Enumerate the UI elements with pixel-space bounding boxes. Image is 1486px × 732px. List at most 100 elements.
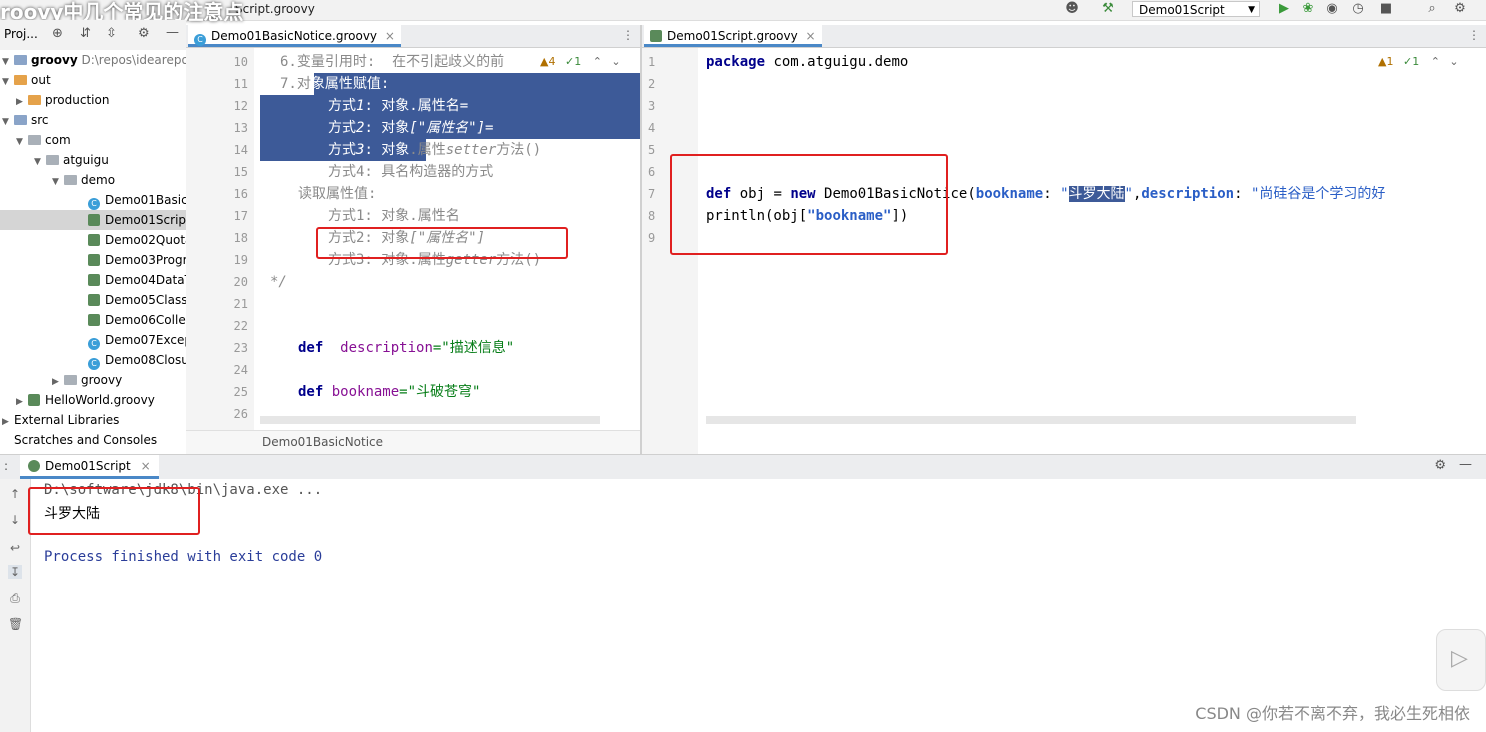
stop-icon[interactable]: ■ bbox=[1378, 1, 1394, 17]
gear-icon[interactable]: ⚙ bbox=[1434, 458, 1446, 473]
tree-item-atguigu[interactable]: ▼ atguigu bbox=[34, 150, 109, 170]
collapse-all-icon[interactable]: ⇳ bbox=[106, 26, 117, 41]
tree-item-root[interactable]: ▼ groovy D:\repos\idearepos\g bbox=[2, 50, 186, 70]
close-icon[interactable]: × bbox=[806, 29, 816, 43]
run-tab-demo01script[interactable]: Demo01Script × bbox=[20, 455, 159, 479]
soft-wrap-icon[interactable]: ↩ bbox=[8, 541, 22, 555]
line-number: 14 bbox=[233, 143, 248, 157]
tree-item-src[interactable]: ▼ src bbox=[2, 110, 49, 130]
tree-item-com[interactable]: ▼ com bbox=[16, 130, 71, 150]
groovy-script-icon bbox=[88, 274, 100, 286]
horizontal-scrollbar[interactable] bbox=[260, 416, 600, 424]
left-editor-code-area[interactable]: 6.变量引用时: 在不引起歧义的前 7.对象属性赋值: 方式1: 对象.属性名=… bbox=[254, 48, 640, 430]
build-hammer-icon[interactable]: ⚒ bbox=[1100, 1, 1116, 17]
right-inspection-widget[interactable]: ▲1 ✓1 ⌃ ⌄ bbox=[1378, 55, 1459, 68]
weak-warning-count: 1 bbox=[1412, 55, 1420, 68]
groovy-script-icon bbox=[650, 30, 662, 42]
expand-all-icon[interactable]: ⇵ bbox=[80, 26, 91, 41]
line-number: 18 bbox=[233, 231, 248, 245]
tree-item-file[interactable]: Demo02Quota bbox=[88, 230, 186, 250]
tree-item-label: production bbox=[45, 93, 110, 107]
chevron-down-icon: ▼ bbox=[1248, 5, 1255, 15]
chevron-down-icon[interactable]: ⌄ bbox=[1449, 55, 1458, 68]
chevron-up-icon[interactable]: ⌃ bbox=[1431, 55, 1440, 68]
search-icon[interactable]: ⌕ bbox=[1424, 1, 1440, 17]
groovy-script-icon bbox=[88, 314, 100, 326]
tree-item-out[interactable]: ▼ out bbox=[2, 70, 51, 90]
module-icon bbox=[14, 55, 27, 65]
tree-item-demo[interactable]: ▼ demo bbox=[52, 170, 115, 190]
tree-item-file-selected[interactable]: Demo01Script bbox=[0, 210, 186, 230]
tree-item-production[interactable]: ▶ production bbox=[16, 90, 109, 110]
locate-icon[interactable]: ⊕ bbox=[52, 26, 63, 41]
line-number: 13 bbox=[233, 121, 248, 135]
tab-demo01basicnotice[interactable]: C Demo01BasicNotice.groovy × bbox=[188, 25, 401, 47]
groovy-script-icon bbox=[88, 254, 100, 266]
chevron-right-icon: ▶ bbox=[16, 397, 23, 407]
code-token: ="斗破苍穹" bbox=[399, 384, 481, 400]
tree-item-external-libraries[interactable]: ▶ External Libraries bbox=[2, 410, 119, 430]
editor-breadcrumb[interactable]: Demo01BasicNotice bbox=[262, 435, 383, 449]
tree-item-file[interactable]: C Demo08Closu bbox=[88, 350, 186, 370]
settings-update-icon[interactable]: ⚙ bbox=[1452, 1, 1468, 17]
left-inspection-widget[interactable]: ▲4 ✓1 ⌃ ⌄ bbox=[540, 55, 621, 68]
line-number: 3 bbox=[648, 99, 656, 113]
chevron-down-icon: ▼ bbox=[2, 57, 9, 67]
tree-item-helloworld[interactable]: ▶ HelloWorld.groovy bbox=[16, 390, 155, 410]
coverage-icon[interactable]: ◉ bbox=[1324, 1, 1340, 17]
chevron-right-icon: ▶ bbox=[52, 377, 59, 387]
code-token: " bbox=[1060, 186, 1069, 202]
class-icon: C bbox=[194, 34, 206, 46]
arrow-up-icon[interactable]: ↑ bbox=[8, 487, 22, 501]
floating-video-control[interactable]: ▷ bbox=[1436, 629, 1486, 691]
code-line-10: 6.变量引用时: 在不引起歧义的前 bbox=[280, 54, 505, 70]
toolbar-breadcrumb-file[interactable]: Script.groovy bbox=[235, 2, 315, 16]
console-output[interactable]: D:\software\jdk8\bin\java.exe ... 斗罗大陆 P… bbox=[31, 479, 1486, 732]
line-number: 10 bbox=[233, 55, 248, 69]
user-icon[interactable]: ☻ bbox=[1064, 1, 1080, 17]
tree-item-file[interactable]: C Demo07Excep bbox=[88, 330, 186, 350]
print-icon[interactable]: ⎙ bbox=[8, 591, 22, 605]
tree-item-file[interactable]: Demo04DataT bbox=[88, 270, 186, 290]
more-tabs-icon[interactable]: ⋮ bbox=[1468, 28, 1480, 42]
profile-icon[interactable]: ◷ bbox=[1350, 1, 1366, 17]
play-icon[interactable]: ▷ bbox=[1451, 646, 1468, 671]
minimize-icon[interactable]: — bbox=[1459, 457, 1472, 472]
run-panel-side-toolbar: ↑ ↓ ↩ ↧ ⎙ 🗑 bbox=[0, 479, 31, 732]
tree-item-scratches[interactable]: Scratches and Consoles bbox=[2, 430, 157, 450]
more-tabs-icon[interactable]: ⋮ bbox=[622, 28, 634, 42]
tree-item-label: out bbox=[31, 73, 51, 87]
debug-icon[interactable]: ❀ bbox=[1300, 1, 1316, 17]
chevron-up-icon[interactable]: ⌃ bbox=[593, 55, 602, 68]
trash-icon[interactable]: 🗑 bbox=[8, 617, 23, 631]
line-number: 22 bbox=[233, 319, 248, 333]
code-token: : bbox=[1234, 186, 1251, 202]
package-icon bbox=[28, 135, 41, 145]
horizontal-scrollbar[interactable] bbox=[706, 416, 1356, 424]
tree-item-label: Demo06Collec bbox=[105, 313, 186, 327]
tree-item-file[interactable]: C Demo01Basic bbox=[88, 190, 186, 210]
tree-item-groovy-pkg[interactable]: ▶ groovy bbox=[52, 370, 122, 390]
chevron-down-icon[interactable]: ⌄ bbox=[611, 55, 620, 68]
tree-item-file[interactable]: Demo06Collec bbox=[88, 310, 186, 330]
tree-item-label: Demo07Excep bbox=[105, 333, 186, 347]
groovy-script-icon bbox=[88, 294, 100, 306]
run-config-label: Demo01Script bbox=[1139, 3, 1225, 17]
code-token: 方式 bbox=[328, 120, 356, 136]
tab-demo01script[interactable]: Demo01Script.groovy × bbox=[644, 25, 822, 47]
run-configuration-select[interactable]: Demo01Script ▼ bbox=[1132, 1, 1260, 17]
tree-item-file[interactable]: Demo03Progr bbox=[88, 250, 186, 270]
project-panel-title[interactable]: Proj... bbox=[4, 27, 38, 41]
close-icon[interactable]: × bbox=[141, 459, 151, 473]
close-icon[interactable]: × bbox=[385, 29, 395, 43]
gear-icon[interactable]: ⚙ bbox=[138, 26, 150, 41]
minimize-icon[interactable]: — bbox=[166, 25, 179, 40]
annotation-box bbox=[28, 487, 200, 535]
run-icon[interactable]: ▶ bbox=[1276, 1, 1292, 17]
scroll-to-end-icon[interactable]: ↧ bbox=[8, 565, 22, 579]
tree-item-file[interactable]: Demo05ClassI bbox=[88, 290, 186, 310]
groovy-script-icon bbox=[88, 214, 100, 226]
arrow-down-icon[interactable]: ↓ bbox=[8, 513, 22, 527]
code-token: .属性 bbox=[409, 142, 446, 158]
code-token: bookname bbox=[975, 186, 1044, 202]
